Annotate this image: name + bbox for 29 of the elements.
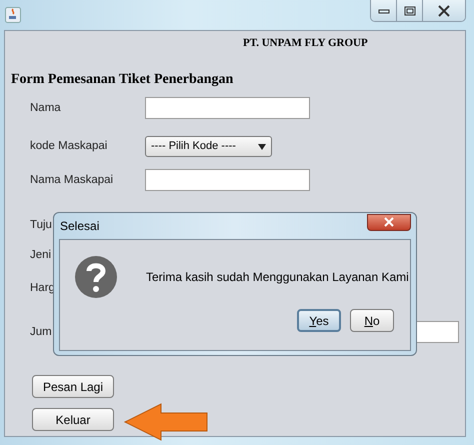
field-label: Jeni bbox=[30, 249, 52, 261]
form-button[interactable]: Pesan Lagi bbox=[32, 375, 114, 398]
company-name: PT. UNPAM FLY GROUP bbox=[243, 37, 369, 49]
form-title: Form Pemesanan Tiket Penerbangan bbox=[11, 71, 234, 88]
text-field[interactable] bbox=[415, 321, 459, 343]
form-button[interactable]: Keluar bbox=[32, 408, 114, 431]
text-field[interactable] bbox=[145, 169, 310, 191]
close-icon bbox=[437, 4, 451, 16]
maximize-icon bbox=[404, 6, 416, 16]
question-icon bbox=[74, 255, 118, 299]
dialog-button[interactable]: No bbox=[350, 309, 394, 332]
dropdown-arrow-icon bbox=[258, 144, 266, 150]
maximize-button[interactable] bbox=[397, 0, 423, 21]
close-button[interactable] bbox=[423, 0, 465, 21]
combo-box[interactable]: ---- Pilih Kode ---- bbox=[145, 136, 272, 156]
field-label: Nama Maskapai bbox=[30, 174, 114, 186]
arrow-icon bbox=[123, 403, 209, 441]
minimize-icon bbox=[378, 6, 390, 14]
dialog-message: Terima kasih sudah Menggunakan Layanan Kami bbox=[146, 270, 409, 284]
field-label: kode Maskapai bbox=[30, 140, 108, 152]
dialog-button[interactable]: Yes bbox=[297, 309, 341, 332]
field-label: Tuju bbox=[30, 219, 52, 231]
field-label: Jum bbox=[30, 326, 52, 338]
close-button[interactable] bbox=[367, 214, 411, 230]
close-icon bbox=[383, 217, 395, 227]
dialog-title: Selesai bbox=[60, 219, 100, 233]
text-field[interactable] bbox=[145, 97, 310, 119]
minimize-button[interactable] bbox=[371, 0, 397, 21]
field-label: Nama bbox=[30, 102, 61, 114]
